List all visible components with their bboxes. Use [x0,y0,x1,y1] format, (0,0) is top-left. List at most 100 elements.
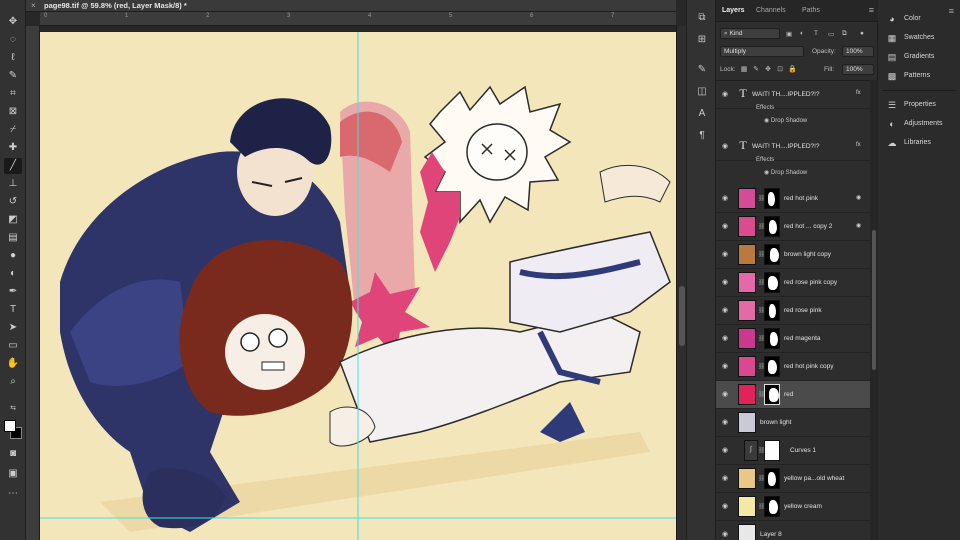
visibility-eye-icon[interactable]: ◉ [722,391,731,398]
lock-artboard-icon[interactable]: ⊡ [776,66,784,74]
layer-mask-thumbnail[interactable] [764,244,780,265]
properties-panel-button[interactable]: ☰ Properties [886,98,960,112]
eraser-tool-icon[interactable]: ◩ [4,212,22,228]
filter-kind-select[interactable]: ⌕ Kind [720,28,780,39]
brush-tool-icon[interactable]: ╱ [4,158,22,174]
clone-stamp-tool-icon[interactable]: ⊥ [4,176,22,192]
visibility-eye-icon[interactable]: ◉ [722,307,731,314]
vertical-ruler[interactable] [26,26,40,540]
layer-row[interactable]: ◉ ⛓ yellow cream [716,493,870,521]
layer-mask-thumbnail[interactable] [764,328,780,349]
lasso-tool-icon[interactable]: ℓ [4,50,22,66]
more-tools-icon[interactable]: ⋯ [4,486,22,502]
swap-colors-icon[interactable]: ⇆ [4,400,22,416]
frame-tool-icon[interactable]: ⊠ [4,104,22,120]
tab-paths[interactable]: Paths [802,7,820,14]
layer-mask-thumbnail[interactable] [764,272,780,293]
visibility-eye-icon[interactable]: ◉ [722,223,731,230]
foreground-color-swatch[interactable] [4,420,16,432]
canvas-vertical-scrollbar[interactable] [676,26,686,540]
crop-tool-icon[interactable]: ⌗ [4,86,22,102]
move-tool-icon[interactable]: ✥ [4,14,22,30]
tab-channels[interactable]: Channels [756,7,786,14]
drop-shadow-effect[interactable]: ◉ Drop Shadow [764,117,807,129]
pen-tool-icon[interactable]: ✒ [4,284,22,300]
history-brush-tool-icon[interactable]: ↺ [4,194,22,210]
visibility-eye-icon[interactable]: ◉ [722,279,731,286]
screen-mode-icon[interactable]: ▣ [4,466,22,482]
layer-mask-thumbnail[interactable] [764,300,780,321]
layer-row-text-1[interactable]: ◉ T WAIT! TH....IPPLED?!? fx [716,81,870,109]
visibility-eye-icon[interactable]: ◉ [722,447,731,454]
fill-input[interactable]: 100% [842,64,874,75]
lock-position-icon[interactable]: ✥ [764,66,772,74]
history-panel-icon[interactable]: ⧉ [696,12,708,24]
layer-row[interactable]: ◉ ⛓ red hot pink copy [716,353,870,381]
lock-pixels-icon[interactable]: ✎ [752,66,760,74]
layer-row[interactable]: ◉ ⛓ red rose pink copy [716,269,870,297]
libraries-panel-button[interactable]: ☁ Libraries [886,136,960,150]
filter-toggle-icon[interactable]: ● [860,30,864,37]
blend-mode-select[interactable]: Multiply [720,46,804,57]
filter-shape-icon[interactable]: ▭ [828,30,834,38]
layer-mask-thumbnail[interactable] [764,188,780,209]
dodge-tool-icon[interactable]: ◐ [4,266,22,282]
visibility-eye-icon[interactable]: ◉ [722,419,731,426]
visibility-eye-icon[interactable]: ◉ [722,251,731,258]
effect-eye-icon[interactable]: ◉ [764,118,771,124]
layer-row[interactable]: ◉ ∫ ⛓ Curves 1 [716,437,870,465]
horizontal-ruler[interactable]: 0 1 2 3 4 5 6 7 [40,12,676,26]
layer-row-text-2[interactable]: ◉ T WAIT! TH....IPPLED?!? fx [716,133,870,161]
type-tool-icon[interactable]: T [4,302,22,318]
healing-brush-tool-icon[interactable]: ✚ [4,140,22,156]
layer-row[interactable]: ◉ ⛓ red rose pink [716,297,870,325]
layers-scrollbar-thumb[interactable] [872,230,876,370]
paragraph-panel-icon[interactable]: ¶ [696,130,708,142]
visibility-eye-icon[interactable]: ◉ [722,335,731,342]
quick-select-tool-icon[interactable]: ✎ [4,68,22,84]
drop-shadow-effect[interactable]: ◉ Drop Shadow [764,169,807,181]
layer-mask-thumbnail[interactable] [764,384,780,405]
layer-row[interactable]: ◉ Layer 8 [716,521,870,540]
zoom-tool-icon[interactable]: ⌕ [4,374,22,390]
visibility-eye-icon[interactable]: ◉ [722,195,731,202]
properties-panel-icon[interactable]: ⊞ [696,34,708,46]
visibility-eye-icon[interactable]: ◉ [722,475,731,482]
quick-mask-icon[interactable]: ◙ [4,446,22,462]
layers-scrollbar[interactable] [870,80,878,540]
document-tab[interactable]: × page98.tif @ 59.8% (red, Layer Mask/8)… [26,0,676,12]
swatches-panel-button[interactable]: ▦ Swatches [886,31,960,45]
layer-mask-thumbnail[interactable] [764,496,780,517]
panel-menu-icon[interactable]: ≡ [869,5,874,15]
lock-transparency-icon[interactable]: ▦ [740,66,748,74]
filter-adjust-icon[interactable]: ◐ [800,30,804,37]
clone-source-icon[interactable]: ◫ [696,86,708,98]
layer-mask-thumbnail[interactable] [764,216,780,237]
eyedropper-tool-icon[interactable]: ⌿ [4,122,22,138]
filter-pixel-icon[interactable]: ▣ [786,30,792,38]
opacity-input[interactable]: 100% [842,46,874,57]
character-panel-icon[interactable]: A [696,108,708,120]
scrollbar-thumb[interactable] [679,286,685,346]
filter-smart-icon[interactable]: ⧉ [842,30,847,38]
layer-mask-thumbnail[interactable] [764,356,780,377]
visibility-eye-icon[interactable]: ◉ [722,91,731,98]
effect-eye-icon[interactable]: ◉ [764,170,771,176]
layer-row[interactable]: ◉ ⛓ red hot ... copy 2 ◉ [716,213,870,241]
layer-row[interactable]: ◉ brown light [716,409,870,437]
layer-row[interactable]: ◉ ⛓ red magenta [716,325,870,353]
fx-icon[interactable]: fx [856,142,864,150]
layer-row-selected[interactable]: ◉ ⛓ red [716,381,870,409]
marquee-tool-icon[interactable]: ◌ [4,32,22,48]
visibility-eye-icon[interactable]: ◉ [722,143,731,150]
layer-row[interactable]: ◉ ⛓ brown light copy [716,241,870,269]
lock-all-icon[interactable]: 🔒 [788,66,797,74]
visibility-eye-icon[interactable]: ◉ [722,503,731,510]
visibility-eye-icon[interactable]: ◉ [722,531,731,538]
canvas-area[interactable] [40,26,676,540]
rectangle-tool-icon[interactable]: ▭ [4,338,22,354]
layer-row[interactable]: ◉ ⛓ red hot pink ◉ [716,185,870,213]
layer-row[interactable]: ◉ ⛓ yellow pa...old wheat [716,465,870,493]
brush-settings-icon[interactable]: ✎ [696,64,708,76]
gradients-panel-button[interactable]: ▤ Gradients [886,50,960,64]
